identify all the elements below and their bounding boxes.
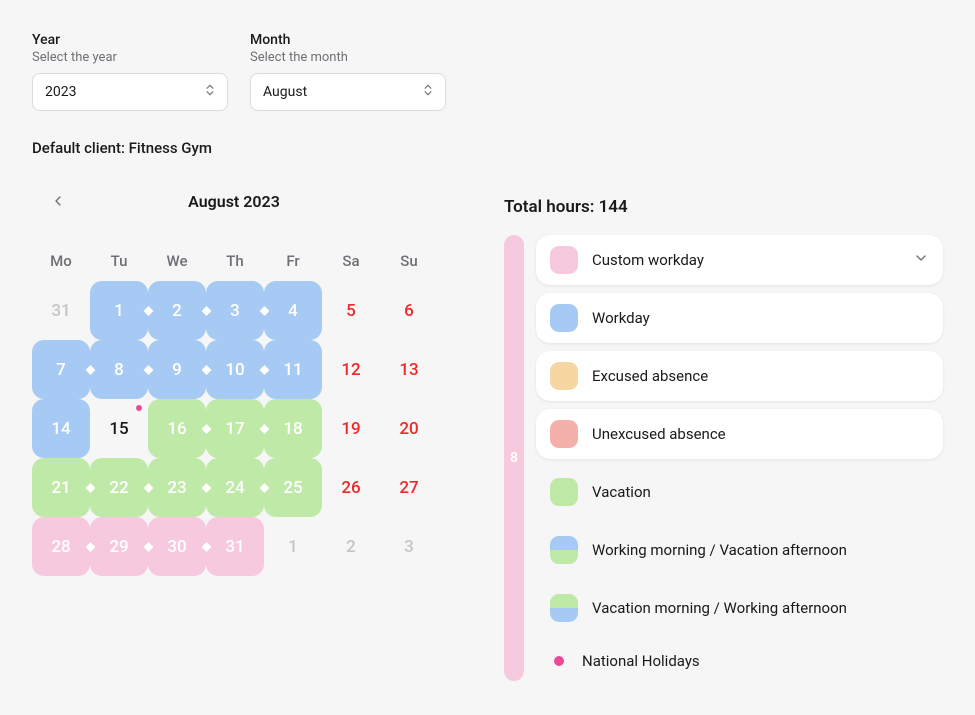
dow-header: Tu	[90, 241, 148, 281]
month-label: Month	[250, 32, 446, 48]
year-field: Year Select the year 2023	[32, 32, 228, 111]
split-work-vac-swatch-icon	[550, 536, 578, 564]
calendar-day[interactable]: 28	[32, 517, 90, 576]
month-select[interactable]: August	[250, 73, 446, 111]
legend-split-vac-work-label: Vacation morning / Working afternoon	[592, 599, 847, 617]
legend-excused-label: Excused absence	[592, 367, 708, 385]
total-hours-label: Total hours: 144	[504, 197, 943, 217]
calendar: August 2023 MoTuWeThFrSaSu31123456789101…	[32, 185, 436, 576]
calendar-day[interactable]: 26	[322, 458, 380, 517]
calendar-day[interactable]: 13	[380, 340, 438, 399]
calendar-day[interactable]: 31	[32, 281, 90, 340]
calendar-day[interactable]: 6	[380, 281, 438, 340]
calendar-day[interactable]: 24	[206, 458, 264, 517]
year-select[interactable]: 2023	[32, 73, 228, 111]
calendar-day[interactable]: 31	[206, 517, 264, 576]
calendar-day[interactable]: 8	[90, 340, 148, 399]
legend-holidays-label: National Holidays	[582, 652, 700, 670]
calendar-day[interactable]: 16	[148, 399, 206, 458]
vacation-swatch-icon	[550, 478, 578, 506]
calendar-day[interactable]: 12	[322, 340, 380, 399]
custom-hours-bar: 8	[504, 235, 524, 681]
calendar-day[interactable]: 27	[380, 458, 438, 517]
calendar-day[interactable]: 7	[32, 340, 90, 399]
calendar-day[interactable]: 20	[380, 399, 438, 458]
legend-split-work-vac[interactable]: Working morning / Vacation afternoon	[536, 525, 943, 575]
calendar-title: August 2023	[188, 192, 280, 211]
split-vac-work-swatch-icon	[550, 594, 578, 622]
default-client-label: Default client: Fitness Gym	[32, 139, 943, 157]
prev-month-button[interactable]	[46, 189, 70, 213]
legend-vacation[interactable]: Vacation	[536, 467, 943, 517]
legend-custom-label: Custom workday	[592, 251, 704, 269]
legend-split-work-vac-label: Working morning / Vacation afternoon	[592, 541, 847, 559]
month-field: Month Select the month August	[250, 32, 446, 111]
calendar-day[interactable]: 3	[206, 281, 264, 340]
workday-swatch-icon	[550, 304, 578, 332]
legend-custom-workday[interactable]: Custom workday	[536, 235, 943, 285]
calendar-day[interactable]: 5	[322, 281, 380, 340]
holiday-dot-icon	[554, 656, 564, 666]
calendar-day[interactable]: 10	[206, 340, 264, 399]
calendar-day[interactable]: 2	[322, 517, 380, 576]
month-value: August	[263, 84, 307, 100]
calendar-day[interactable]: 1	[90, 281, 148, 340]
calendar-day[interactable]: 21	[32, 458, 90, 517]
calendar-day[interactable]: 25	[264, 458, 322, 517]
calendar-day[interactable]: 30	[148, 517, 206, 576]
chevron-down-icon	[913, 250, 929, 270]
legend-unexcused[interactable]: Unexcused absence	[536, 409, 943, 459]
calendar-day[interactable]: 17	[206, 399, 264, 458]
dow-header: We	[148, 241, 206, 281]
legend-unexcused-label: Unexcused absence	[592, 425, 726, 443]
legend-excused[interactable]: Excused absence	[536, 351, 943, 401]
legend-split-vac-work[interactable]: Vacation morning / Working afternoon	[536, 583, 943, 633]
calendar-day[interactable]: 4	[264, 281, 322, 340]
legend-workday-label: Workday	[592, 309, 650, 327]
custom-hours-value: 8	[510, 450, 518, 466]
dow-header: Su	[380, 241, 438, 281]
year-desc: Select the year	[32, 50, 228, 65]
custom-swatch-icon	[550, 246, 578, 274]
year-value: 2023	[45, 84, 76, 100]
chevrons-up-down-icon	[421, 83, 435, 101]
legend-workday[interactable]: Workday	[536, 293, 943, 343]
calendar-day[interactable]: 14	[32, 399, 90, 458]
chevrons-up-down-icon	[203, 83, 217, 101]
calendar-day[interactable]: 23	[148, 458, 206, 517]
year-label: Year	[32, 32, 228, 48]
holiday-dot-icon	[136, 405, 142, 411]
excused-swatch-icon	[550, 362, 578, 390]
legend-holidays: National Holidays	[536, 641, 943, 681]
calendar-day[interactable]: 29	[90, 517, 148, 576]
unexcused-swatch-icon	[550, 420, 578, 448]
dow-header: Sa	[322, 241, 380, 281]
period-selectors: Year Select the year 2023 Month Select t…	[32, 32, 943, 111]
calendar-day[interactable]: 9	[148, 340, 206, 399]
legend-vacation-label: Vacation	[592, 483, 651, 501]
calendar-day[interactable]: 15	[90, 399, 148, 458]
dow-header: Th	[206, 241, 264, 281]
calendar-day[interactable]: 22	[90, 458, 148, 517]
calendar-day[interactable]: 19	[322, 399, 380, 458]
dow-header: Mo	[32, 241, 90, 281]
calendar-day[interactable]: 2	[148, 281, 206, 340]
calendar-day[interactable]: 3	[380, 517, 438, 576]
legend: Custom workday Workday Excused absence U…	[536, 235, 943, 681]
dow-header: Fr	[264, 241, 322, 281]
calendar-day[interactable]: 1	[264, 517, 322, 576]
month-desc: Select the month	[250, 50, 446, 65]
calendar-day[interactable]: 11	[264, 340, 322, 399]
calendar-day[interactable]: 18	[264, 399, 322, 458]
